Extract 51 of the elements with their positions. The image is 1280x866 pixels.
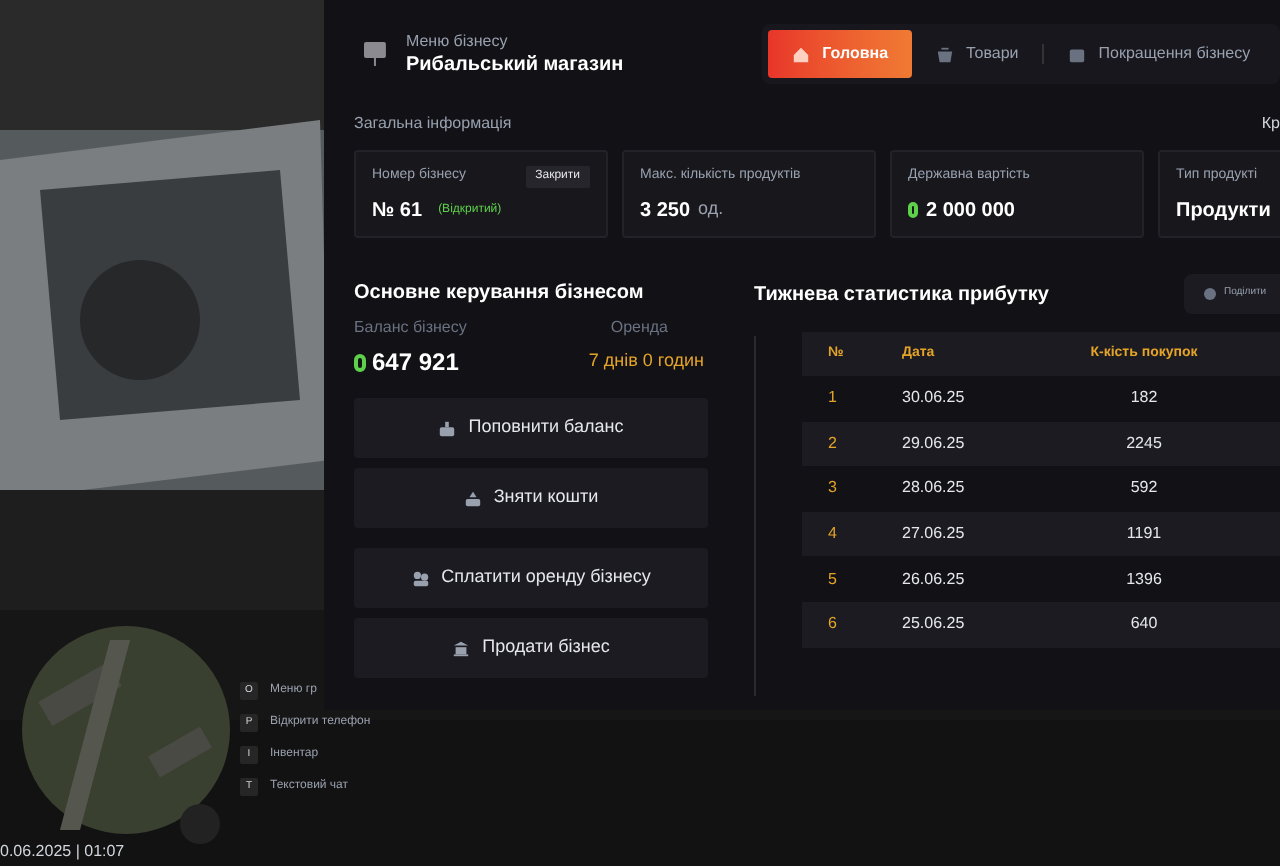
table-cell-text: 29.06.25 <box>900 431 967 456</box>
box-icon <box>463 489 482 507</box>
box-icon <box>438 419 457 437</box>
card-value: Продукти <box>1176 197 1271 225</box>
table-cell-text: 1191 <box>1124 522 1164 547</box>
table-cell-text: 26.06.25 <box>900 567 967 592</box>
rent-label: Оренда <box>610 316 668 340</box>
currency-icon <box>354 353 366 371</box>
table-cell-text: 2 <box>826 431 839 456</box>
table-cell-text: 3 <box>826 476 839 501</box>
action-button[interactable]: Сплатити оренду бізнесу <box>354 548 708 608</box>
business-title: Рибальський магазин <box>405 52 626 78</box>
section-title: Основне керування бізнесом <box>354 280 646 308</box>
date-time: 0.06.2025 | 01:07 <box>0 840 125 864</box>
table-cell-text: 27.06.25 <box>900 522 967 547</box>
presentation-icon <box>364 42 386 66</box>
table-cell-text: 2245 <box>1124 431 1164 456</box>
table-cell-text: 25.06.25 <box>900 612 967 637</box>
action-button[interactable]: Продати бізнес <box>354 618 708 678</box>
rent-value: 7 днів 0 годин <box>588 348 704 375</box>
card-value: 3 250 <box>640 197 691 225</box>
table-cell-text: 6 <box>826 612 839 637</box>
menu-subtitle: Меню бізнесу <box>405 30 510 52</box>
unit-label: од. <box>698 196 724 223</box>
table-cell-text: 4 <box>826 522 839 547</box>
section-title: Тижнева статистика прибутку <box>754 281 1049 309</box>
bank-icon <box>452 639 471 657</box>
tab[interactable]: Покращення бізнесу <box>1056 30 1263 78</box>
balance-label: Баланс бізнесу <box>354 316 467 340</box>
card-value: 2 000 000 <box>926 197 1015 225</box>
house-icon <box>792 45 811 63</box>
section-title: Загальна інформація <box>354 112 512 136</box>
table-cell-text: 1396 <box>1124 567 1164 592</box>
card-value: № 61 <box>372 197 423 225</box>
table-cell-text: 592 <box>1128 476 1160 501</box>
table-cell-text: 28.06.25 <box>900 476 967 501</box>
action-button[interactable]: Зняти кошти <box>354 468 708 528</box>
balance-value: 647 921 <box>372 346 459 380</box>
tab[interactable]: Товари <box>924 30 1031 78</box>
share-icon <box>1204 288 1216 300</box>
action-button[interactable]: Поповнити баланс <box>354 398 708 458</box>
table-cell-text: 640 <box>1128 612 1160 637</box>
currency-icon <box>908 202 918 218</box>
table-cell-text: 182 <box>1128 386 1160 411</box>
people-icon <box>411 569 430 587</box>
section-title: Кр <box>1261 112 1280 136</box>
table-cell-text: 5 <box>826 567 839 592</box>
wallet-icon <box>1068 45 1087 63</box>
basket-icon <box>936 45 955 63</box>
table-cell-text: 1 <box>826 386 839 411</box>
table-cell-text: 30.06.25 <box>900 386 967 411</box>
